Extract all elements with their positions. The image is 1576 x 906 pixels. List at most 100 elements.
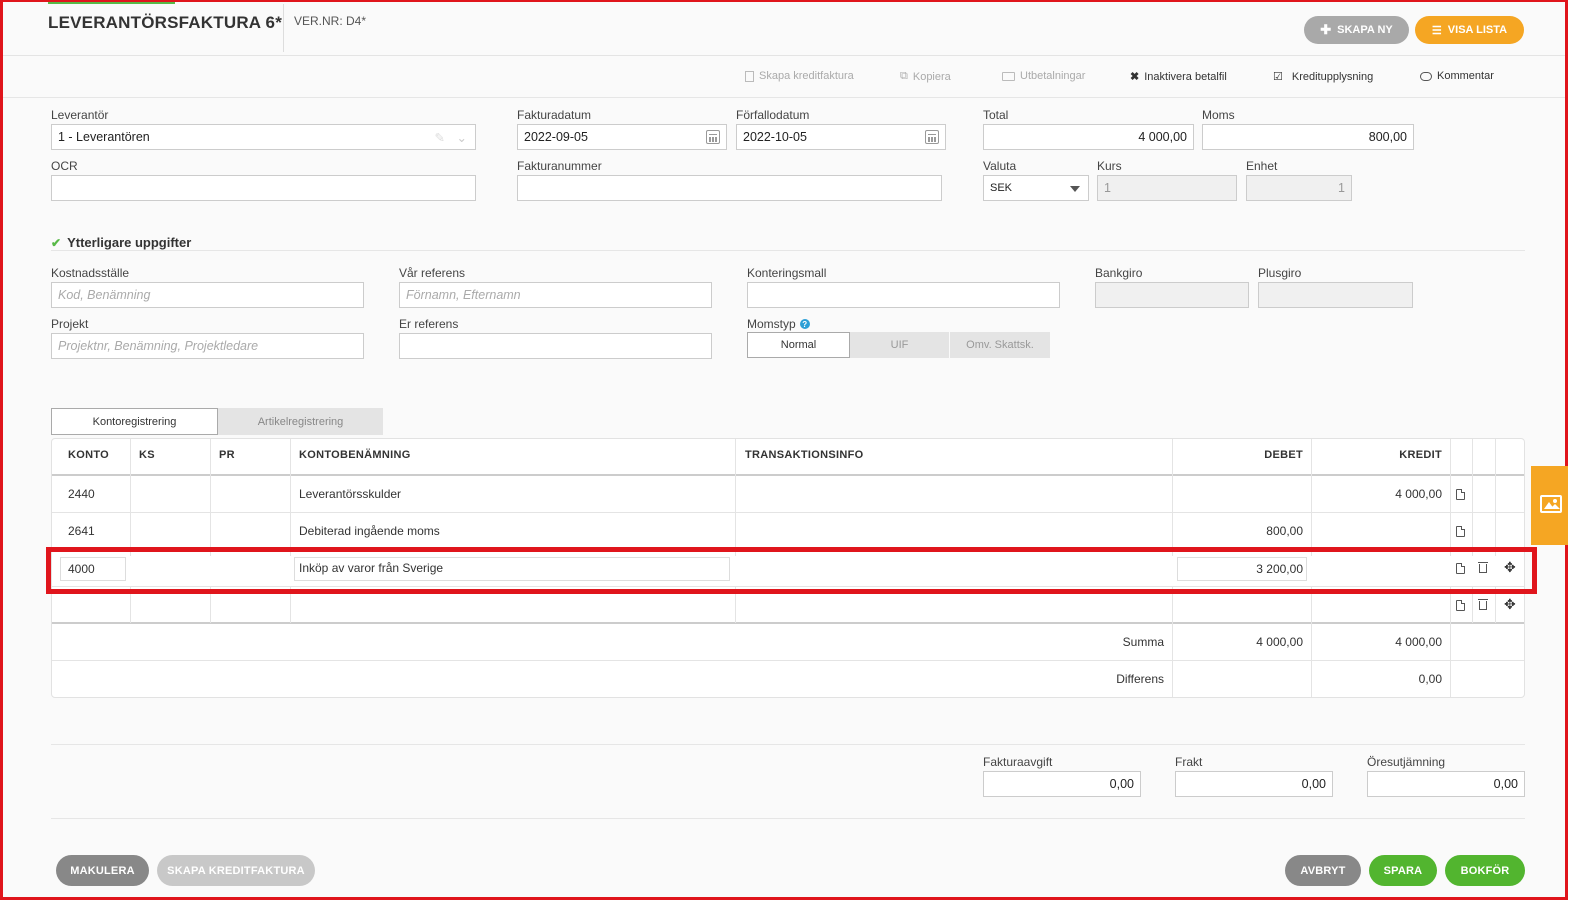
skapa-kreditfaktura-link[interactable]: Skapa kreditfaktura xyxy=(745,70,854,82)
document-icon[interactable] xyxy=(1456,600,1465,611)
table-row-benamning[interactable]: Leverantörsskulder xyxy=(299,487,401,501)
header-transaktionsinfo: TRANSAKTIONSINFO xyxy=(745,449,864,461)
kostnadsstalle-label: Kostnadsställe xyxy=(51,266,130,280)
fakturaavgift-input[interactable]: 0,00 xyxy=(983,771,1141,797)
kommentar-link[interactable]: Kommentar xyxy=(1420,70,1494,82)
header-kredit: KREDIT xyxy=(1399,449,1442,461)
table-row-debet[interactable]: 800,00 xyxy=(1182,524,1303,538)
summa-kredit: 4 000,00 xyxy=(1395,635,1442,649)
fakturadatum-label: Fakturadatum xyxy=(517,108,592,122)
checkbox-icon: ☑ xyxy=(1273,71,1283,83)
copy-icon: ⧉ xyxy=(900,70,908,82)
table-row-kredit[interactable]: 4 000,00 xyxy=(1321,487,1442,501)
money-icon xyxy=(1002,71,1015,81)
bankgiro-label: Bankgiro xyxy=(1095,266,1143,280)
comment-icon xyxy=(1420,71,1432,81)
column-divider xyxy=(1495,439,1496,623)
fakturadatum-input[interactable]: 2022-09-05 xyxy=(517,124,727,150)
kostnadsstalle-input[interactable]: Kod, Benämning xyxy=(51,282,364,308)
momstyp-omv-skattsk-option[interactable]: Omv. Skattsk. xyxy=(950,332,1050,358)
enhet-input: 1 xyxy=(1246,175,1352,201)
differens-label: Differens xyxy=(1116,672,1164,686)
image-icon xyxy=(1540,495,1562,513)
plusgiro-input xyxy=(1258,282,1413,308)
chevron-down-icon: ✔ xyxy=(51,235,62,250)
fakturanummer-input[interactable] xyxy=(517,175,942,201)
konteringsmall-label: Konteringsmall xyxy=(747,266,827,280)
moms-input[interactable]: 800,00 xyxy=(1202,124,1414,150)
frakt-input[interactable]: 0,00 xyxy=(1175,771,1333,797)
inaktivera-betalfil-link[interactable]: ✖ Inaktivera betalfil xyxy=(1130,70,1227,84)
leverantor-label: Leverantör xyxy=(51,108,109,122)
leverantor-select[interactable]: 1 - Leverantören ✎ ⌄ xyxy=(51,124,476,150)
momstyp-label: Momstyp ? xyxy=(747,317,810,331)
fees-top-divider xyxy=(51,744,1525,745)
move-icon[interactable]: ✥ xyxy=(1504,597,1516,611)
toolbar-divider xyxy=(3,97,1565,98)
skapa-kreditfaktura-button[interactable]: SKAPA KREDITFAKTURA xyxy=(157,855,315,886)
projekt-input[interactable]: Projektnr, Benämning, Projektledare xyxy=(51,333,364,359)
forfallodatum-input[interactable]: 2022-10-05 xyxy=(736,124,946,150)
document-icon[interactable] xyxy=(1456,489,1465,500)
document-icon xyxy=(745,70,754,82)
column-divider xyxy=(290,439,291,623)
avbryt-button[interactable]: AVBRYT xyxy=(1285,855,1361,886)
fakturanummer-label: Fakturanummer xyxy=(517,159,602,173)
calendar-icon[interactable] xyxy=(706,130,720,144)
er-referens-input[interactable] xyxy=(399,333,712,359)
header-kontobenamning: KONTOBENÄMNING xyxy=(299,449,411,461)
table-row-konto[interactable]: 2641 xyxy=(68,524,95,538)
column-divider xyxy=(130,439,131,623)
header-konto: KONTO xyxy=(68,449,110,461)
table-row-benamning[interactable]: Debiterad ingående moms xyxy=(299,524,440,538)
valuta-label: Valuta xyxy=(983,159,1017,173)
image-panel-tab[interactable] xyxy=(1531,466,1568,545)
calendar-icon[interactable] xyxy=(925,130,939,144)
edit-icon: ✎ xyxy=(434,130,445,145)
bankgiro-input xyxy=(1095,282,1249,308)
momstyp-normal-option[interactable]: Normal xyxy=(747,332,850,358)
momstyp-uif-option[interactable]: UIF xyxy=(850,332,949,358)
oresutjamning-input[interactable]: 0,00 xyxy=(1367,771,1525,797)
row-divider xyxy=(52,512,1524,513)
spara-button[interactable]: SPARA xyxy=(1369,855,1437,886)
tab-kontoregistrering[interactable]: Kontoregistrering xyxy=(51,408,218,435)
enhet-label: Enhet xyxy=(1246,159,1278,173)
var-referens-input[interactable]: Förnamn, Efternamn xyxy=(399,282,712,308)
er-referens-label: Er referens xyxy=(399,317,459,331)
column-divider xyxy=(735,439,736,623)
konteringsmall-input[interactable] xyxy=(747,282,1060,308)
header-pr: PR xyxy=(219,449,235,461)
title-divider xyxy=(283,4,284,52)
bokfor-button[interactable]: BOKFÖR xyxy=(1445,855,1525,886)
tab-artikelregistrering[interactable]: Artikelregistrering xyxy=(218,408,383,435)
total-input[interactable]: 4 000,00 xyxy=(983,124,1194,150)
valuta-select[interactable]: SEK xyxy=(983,175,1089,201)
kreditupplysning-link[interactable]: ☑ Kreditupplysning xyxy=(1273,70,1373,84)
header-ks: KS xyxy=(139,449,155,461)
kurs-input: 1 xyxy=(1097,175,1237,201)
makulera-button[interactable]: MAKULERA xyxy=(56,855,149,886)
trash-icon[interactable] xyxy=(1478,599,1488,610)
projekt-label: Projekt xyxy=(51,317,89,331)
utbetalningar-link[interactable]: Utbetalningar xyxy=(1002,70,1085,82)
table-row-konto[interactable]: 2440 xyxy=(68,487,95,501)
kopiera-link[interactable]: ⧉ Kopiera xyxy=(900,70,951,83)
summa-debet: 4 000,00 xyxy=(1256,635,1303,649)
summa-label: Summa xyxy=(1122,635,1164,649)
frakt-label: Frakt xyxy=(1175,755,1203,769)
fakturaavgift-label: Fakturaavgift xyxy=(983,755,1053,769)
differens-value: 0,00 xyxy=(1418,672,1442,686)
ocr-input[interactable] xyxy=(51,175,476,201)
skapa-ny-button[interactable]: ✚ SKAPA NY xyxy=(1304,16,1409,44)
ytterligare-uppgifter-toggle[interactable]: ✔ Ytterligare uppgifter xyxy=(51,235,191,250)
column-divider xyxy=(210,439,211,623)
chevron-down-icon: ⌄ xyxy=(456,130,467,145)
help-icon[interactable]: ? xyxy=(799,319,810,329)
visa-lista-button[interactable]: ☰ VISA LISTA xyxy=(1415,16,1524,44)
list-icon: ☰ xyxy=(1431,24,1442,37)
moms-label: Moms xyxy=(1202,108,1235,122)
header-underline xyxy=(52,474,1524,476)
plusgiro-label: Plusgiro xyxy=(1258,266,1302,280)
document-icon[interactable] xyxy=(1456,526,1465,537)
